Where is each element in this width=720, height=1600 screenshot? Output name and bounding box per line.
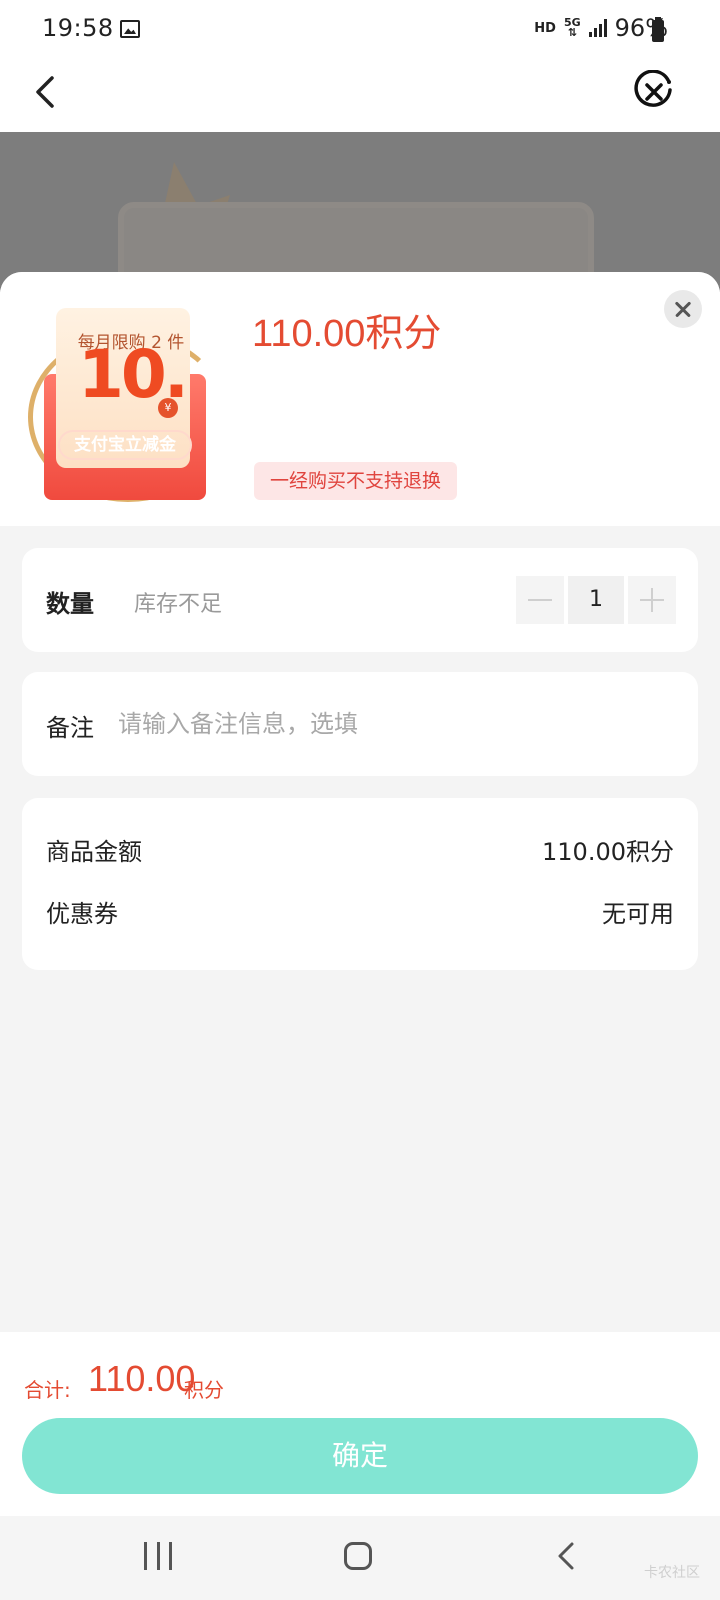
increase-button[interactable] xyxy=(628,576,676,624)
note-input[interactable] xyxy=(118,702,658,746)
note-label: 备注 xyxy=(46,714,94,742)
status-bar: 19:58 HD 5G ⇅ 96% xyxy=(0,0,720,62)
summary-card: 商品金额 110.00积分 优惠券 无可用 xyxy=(22,798,698,970)
confirm-button[interactable]: 确定 xyxy=(22,1418,698,1494)
no-refund-badge: 一经购买不支持退换 xyxy=(254,462,458,500)
product-price: 110.00积分 xyxy=(252,313,442,355)
thumb-pill-label: 支付宝立减金 xyxy=(58,430,192,460)
checkout-footer: 合计: 110.00 积分 确定 xyxy=(0,1332,720,1516)
goods-amount-label: 商品金额 xyxy=(46,838,142,866)
signal-icon xyxy=(588,19,607,37)
sheet-header: 每月限购 2 件 10. ¥ 支付宝立减金 110.00积分 一经购买不支持退换 xyxy=(0,272,720,526)
goods-amount-value: 110.00积分 xyxy=(542,838,674,866)
product-thumbnail: 每月限购 2 件 10. ¥ 支付宝立减金 xyxy=(22,296,232,502)
decrease-button[interactable] xyxy=(516,576,564,624)
recent-apps-icon[interactable] xyxy=(144,1542,172,1570)
note-card: 备注 xyxy=(22,672,698,776)
total-label: 合计: xyxy=(24,1378,71,1402)
system-back-icon[interactable] xyxy=(550,1538,586,1574)
chevron-left-icon xyxy=(36,76,54,108)
quantity-stepper: 1 xyxy=(516,576,676,624)
yen-icon: ¥ xyxy=(158,398,178,418)
status-time: 19:58 xyxy=(42,14,114,42)
sheet-close-button[interactable] xyxy=(664,290,702,328)
image-notification-icon xyxy=(120,20,140,38)
coupon-value: 无可用 xyxy=(602,900,674,928)
back-button[interactable] xyxy=(28,72,68,112)
goods-amount-row: 商品金额 110.00积分 xyxy=(46,832,674,866)
network-label: 5G xyxy=(563,16,581,29)
quantity-card: 数量 库存不足 1 xyxy=(22,548,698,652)
close-miniapp-button[interactable] xyxy=(632,69,676,114)
coupon-label: 优惠券 xyxy=(46,900,118,928)
total-unit: 积分 xyxy=(184,1378,224,1402)
nav-bar xyxy=(0,62,720,132)
total-value: 110.00 xyxy=(88,1358,196,1399)
coupon-row[interactable]: 优惠券 无可用 xyxy=(46,894,674,928)
watermark: 卡农社区 xyxy=(644,1565,700,1581)
home-icon[interactable] xyxy=(344,1542,372,1570)
close-circle-icon xyxy=(634,69,672,107)
battery-icon xyxy=(652,17,664,42)
status-indicators: HD 5G ⇅ 96% xyxy=(534,14,668,42)
stock-status: 库存不足 xyxy=(134,592,223,617)
dimmed-background[interactable] xyxy=(0,132,720,292)
quantity-label: 数量 xyxy=(46,590,94,618)
network-5g-icon: 5G ⇅ xyxy=(563,16,581,39)
chevron-left-icon xyxy=(558,1542,574,1570)
hd-indicator: HD xyxy=(534,20,556,36)
order-sheet: 每月限购 2 件 10. ¥ 支付宝立减金 110.00积分 一经购买不支持退换… xyxy=(0,272,720,1516)
system-navigation-bar: 卡农社区 xyxy=(0,1516,720,1600)
quantity-value[interactable]: 1 xyxy=(568,576,624,624)
